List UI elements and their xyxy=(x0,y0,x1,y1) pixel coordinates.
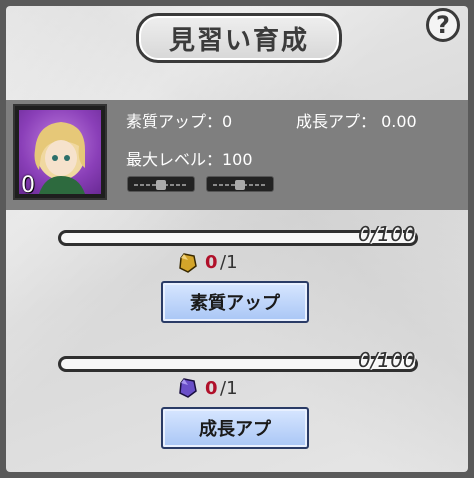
help-button[interactable]: ? xyxy=(426,8,460,42)
help-icon: ? xyxy=(436,11,450,39)
page-title: 見習い育成 xyxy=(168,25,309,56)
title-plate: 見習い育成 xyxy=(136,13,342,63)
growth-cost-max: /1 xyxy=(220,378,238,399)
growth-up-button-label: 成長アプ xyxy=(199,419,271,440)
character-portrait[interactable]: 0 xyxy=(13,104,107,200)
aptitude-up-stat: 素質アップ：0 xyxy=(126,112,233,131)
aptitude-progress-text: 0/100 xyxy=(358,222,416,246)
growth-up-button[interactable]: 成長アプ xyxy=(161,407,309,449)
growth-cost-current: 0 xyxy=(205,378,218,399)
aptitude-cost-max: /1 xyxy=(220,252,238,273)
growth-up-stat: 成長アプ： 0.00 xyxy=(296,112,417,131)
purple-crystal-icon xyxy=(179,378,197,398)
locked-slot-1 xyxy=(127,176,195,192)
aptitude-up-button-label: 素質アップ xyxy=(190,293,280,314)
aptitude-cost-current: 0 xyxy=(205,252,218,273)
max-level-stat: 最大レベル：100 xyxy=(126,150,253,169)
lock-icon xyxy=(235,180,245,190)
locked-slot-2 xyxy=(206,176,274,192)
growth-progress-text: 0/100 xyxy=(358,348,416,372)
character-level: 0 xyxy=(21,173,35,198)
gold-crystal-icon xyxy=(179,253,197,273)
aptitude-up-button[interactable]: 素質アップ xyxy=(161,281,309,323)
lock-icon xyxy=(156,180,166,190)
